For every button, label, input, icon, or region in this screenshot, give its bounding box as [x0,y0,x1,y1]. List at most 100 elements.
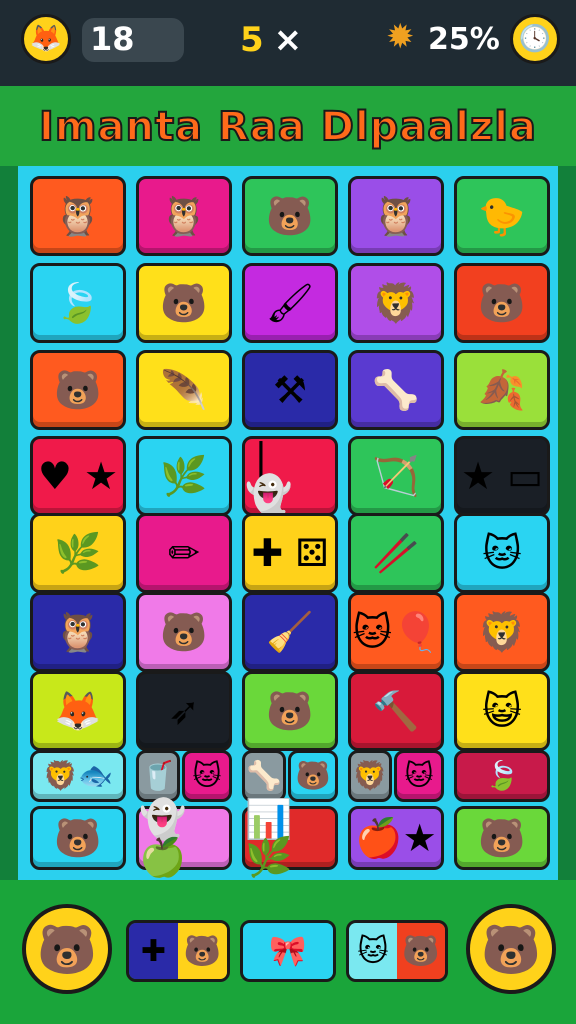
tile-dice-yellow[interactable]: ✚ ⚄ [242,513,338,593]
tile-sticks-green[interactable]: 🥢 [348,513,444,593]
tile-apple-star-purple[interactable]: 🍎★ [348,806,444,870]
cat-balloon-icon: 🐱🎈 [352,610,440,654]
branches-icon: 🌿 [160,454,208,498]
tile-bear-red[interactable]: 🐻 [454,263,550,343]
tile-cup-gray[interactable]: 🥤 [136,750,180,802]
top-hud: 🦊 18 5 × ✹ 25% 🕓 [0,0,576,86]
leaf-icon: 🍃 [54,281,102,325]
cat-icon: 🐱 [482,531,522,575]
tile-brush-magenta[interactable]: 🖌 [242,263,338,343]
feather-icon: 🪶 [160,368,208,412]
tile-bear-orange[interactable]: 🐻 [30,350,126,430]
right-bear-button[interactable]: 🐻 [466,904,556,994]
cat-icon: 😺 [482,689,522,733]
tile-ghost-red[interactable]: ❘ 👻 [242,436,338,516]
tile-cat-cyan[interactable]: 🐱 [454,513,550,593]
tile-branches-cyan[interactable]: 🌿 [136,436,232,516]
tile-heart-star-red[interactable]: ♥ ★ [30,436,126,516]
bear-icon: 🐻 [295,759,331,792]
tile-arrows-black[interactable]: ➶ [136,671,232,751]
tile-bear-lime[interactable]: 🐻 [454,806,550,870]
tile-leaf-lime[interactable]: 🍂 [454,350,550,430]
leaf-icon: 🍂 [478,368,526,412]
bear-icon: 🐻 [160,610,208,654]
tile-owl-orange[interactable]: 🦉 [30,176,126,256]
moves-symbol: × [273,20,303,60]
owl-icon: 🦉 [160,194,208,238]
tile-bear-green-2[interactable]: 🐻 [242,671,338,751]
tile-feather-yellow[interactable]: 🪶 [136,350,232,430]
lion-icon: 🦁 [352,759,388,792]
score-counter: 18 [82,18,184,62]
tray-slot-3[interactable]: 🐱 🐻 [346,920,448,982]
moves-value: 5 [240,20,264,60]
score-value: 18 [90,20,135,58]
bear-icon: 🐻 [54,816,102,860]
bear-icon: 🐻 [54,368,102,412]
cat-icon: 🐱 [404,759,434,792]
left-bear-button[interactable]: 🐻 [22,904,112,994]
tile-feather-yellow-2[interactable]: 🌿 [30,513,126,593]
tray-piece: 🐻 [397,923,445,979]
cat-icon: 🐱 [192,759,222,792]
crossed-bones-icon: 🦴 [372,368,420,412]
tile-bear-cyan-2[interactable]: 🐻 [30,806,126,870]
tile-lion-purple[interactable]: 🦁 [348,263,444,343]
bird-icon: 🐤 [478,194,526,238]
tile-lion-fish-cyan[interactable]: 🦁🐟 [30,750,126,802]
tile-fox-lime[interactable]: 🦊 [30,671,126,751]
tile-cat-magenta[interactable]: 🐱 [182,750,232,802]
tray-slot-1[interactable]: ✚ 🐻 [126,920,230,982]
tile-bear-cyan[interactable]: 🐻 [288,750,338,802]
ghost-apple-icon: 👻🍏 [139,797,187,879]
tile-hammer-red[interactable]: 🔨 [348,671,444,751]
tile-lion-orange[interactable]: 🦁 [454,592,550,672]
tile-chart-plant-red[interactable]: 📊🌿 [242,800,338,876]
tile-owl-navy[interactable]: 🦉 [30,592,126,672]
star-box-icon: ★ ▭ [460,454,544,498]
progress-percent: 25% [428,22,500,57]
tile-cat-balloon-orange[interactable]: 🐱🎈 [348,592,444,672]
tile-broom-navy[interactable]: 🧹 [242,592,338,672]
tile-owl-purple[interactable]: 🦉 [348,176,444,256]
apple-star-icon: 🍎★ [355,816,437,860]
game-board: 🦉 🦉 🐻 🦉 🐤 🍃 🐻 🖌 🦁 🐻 🐻 🪶 ⚒ 🦴 🍂 ♥ ★ 🌿 ❘ 👻 🏹 ★ ▭ 🌿 ✏ ✚ ⚄ 🥢 🐱 🦉 🐻 🧹 🐱🎈 🦁 🦊… [18,166,558,880]
tile-bear-green[interactable]: 🐻 [242,176,338,256]
tile-cat-yellow[interactable]: 😺 [454,671,550,751]
owl-icon: 🦉 [372,194,420,238]
tile-bird-green[interactable]: 🐤 [454,176,550,256]
heart-star-icon: ♥ ★ [37,454,119,498]
crossed-tools-icon: ⚒ [272,368,308,412]
fox-icon[interactable]: 🦊 [21,14,71,64]
tray-piece: ✚ [129,923,178,979]
tile-bones-gray[interactable]: 🦴 [242,750,286,802]
bear-icon: 🐻 [160,281,208,325]
tile-bones-purple[interactable]: 🦴 [348,350,444,430]
arrow-icon: 🏹 [372,454,420,498]
moves-counter: 5 × [240,20,302,60]
bear-icon: 🐻 [478,816,526,860]
tray-slot-2[interactable]: 🎀 [240,920,336,982]
dice-icon: ✚ ⚄ [251,531,329,575]
bear-icon: 🐻 [266,194,314,238]
feather-icon: 🌿 [54,531,102,575]
tile-ghost-apple-pink[interactable]: 👻🍏 [136,800,232,876]
tile-leaves-crimson[interactable]: 🍃 [454,750,550,802]
tile-star-black[interactable]: ★ ▭ [454,436,550,516]
bear-icon: 🐻 [478,281,526,325]
tile-bear-pink[interactable]: 🐻 [136,592,232,672]
tile-leaf-cyan[interactable]: 🍃 [30,263,126,343]
leaves-icon: 🍃 [484,759,520,792]
lion-fish-icon: 🦁🐟 [43,759,113,792]
arrows-icon: ➶ [168,689,200,733]
tile-cat-pink[interactable]: 🐱 [394,750,444,802]
clock-icon[interactable]: 🕓 [510,14,560,64]
tile-owl-magenta[interactable]: 🦉 [136,176,232,256]
tile-pencil-magenta[interactable]: ✏ [136,513,232,593]
tile-lion-gray[interactable]: 🦁 [348,750,392,802]
tile-tools-navy[interactable]: ⚒ [242,350,338,430]
tile-arrow-green[interactable]: 🏹 [348,436,444,516]
cup-icon: 🥤 [140,759,176,792]
tile-bear-yellow[interactable]: 🐻 [136,263,232,343]
bear-face-icon: 🐻 [481,921,541,978]
